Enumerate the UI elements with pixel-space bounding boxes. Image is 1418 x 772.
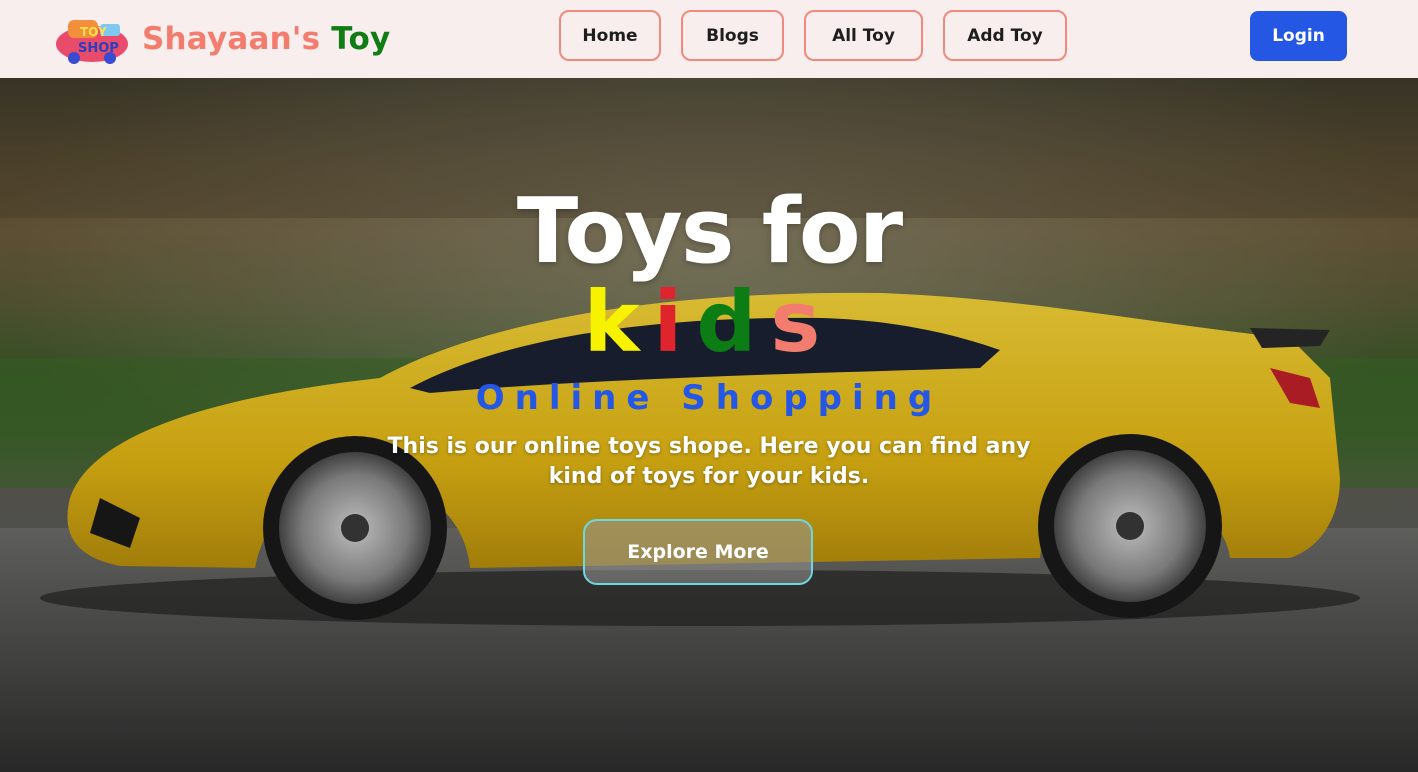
nav-all-toy-label: All Toy [832,25,895,46]
hero-banner: Toys for kids Online Shopping This is ou… [0,78,1418,772]
nav-blogs-button[interactable]: Blogs [681,10,784,61]
nav-home-label: Home [582,25,638,46]
top-navbar: TOY SHOP Shayaan's Toy Home Blogs All To… [0,0,1418,78]
kids-letter-s: s [770,273,835,371]
brand[interactable]: TOY SHOP Shayaan's Toy [52,12,390,66]
brand-name-part2: Toy [331,21,391,57]
login-button[interactable]: Login [1250,11,1347,61]
logo-text-bottom: SHOP [78,41,119,56]
kids-letter-i: i [653,273,697,371]
hero-description: This is our online toys shope. Here you … [387,434,1031,489]
hero-subtitle: Online Shopping [475,378,943,418]
nav-blogs-label: Blogs [706,25,759,46]
hero-title: Toys for [516,179,903,284]
nav-all-toy-button[interactable]: All Toy [804,10,923,61]
nav-add-toy-button[interactable]: Add Toy [943,10,1067,61]
kids-letter-d: d [696,273,771,371]
explore-more-button[interactable]: Explore More [583,519,813,585]
hero-kids-word: kids [0,276,1418,368]
kids-letter-k: k [583,273,654,371]
toy-shop-logo-icon: TOY SHOP [52,12,132,66]
explore-more-label: Explore More [627,541,769,563]
brand-name-part1: Shayaan's [142,21,321,57]
logo-text-top: TOY [80,25,107,39]
brand-name: Shayaan's Toy [142,21,390,57]
login-label: Login [1272,26,1325,46]
nav-home-button[interactable]: Home [559,10,661,61]
nav-add-toy-label: Add Toy [967,25,1043,46]
